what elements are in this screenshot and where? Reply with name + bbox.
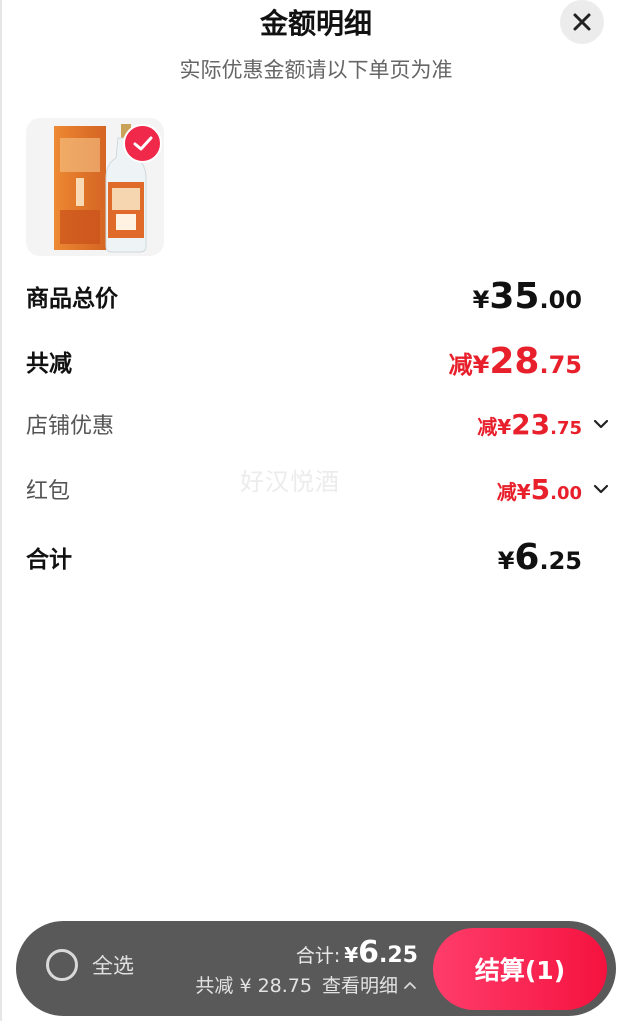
bar-total-amount: ¥ 6 .25 [344,935,418,970]
view-detail-label: 查看明细 [321,975,398,997]
shop-discount-label: 店铺优惠 [26,414,115,439]
selected-check-badge[interactable] [123,124,162,163]
grand-total-dec: .25 [539,546,582,575]
grand-total-amount: ¥ 6 .25 [498,537,582,578]
check-icon [133,136,152,150]
total-discount-label: 共减 [26,351,72,377]
grand-total-prefix: ¥ [497,546,515,575]
red-packet-dec: .00 [550,482,582,504]
chevron-down-icon[interactable] [592,415,610,433]
total-discount-prefix: 减¥ [448,350,490,379]
chevron-up-icon [404,981,416,989]
shop-discount-amount: 减¥ 23 .75 [477,408,582,441]
select-all-toggle[interactable]: 全选 [46,949,134,981]
select-all-label: 全选 [92,954,134,978]
total-price-dec: .00 [539,285,582,314]
grand-total-label: 合计 [26,547,72,573]
grand-total-int: 6 [514,536,540,578]
panel-edge [0,0,2,1021]
watermark: 好汉悦酒 [240,468,340,496]
bar-total-prefix: ¥ [344,943,359,967]
row-shop-discount[interactable]: 店铺优惠 减¥ 23 .75 [26,399,582,449]
shop-discount-prefix: 减¥ [477,414,512,439]
total-discount-dec: .75 [539,350,582,379]
total-discount-int: 28 [489,340,540,382]
bar-discount-text: 共减 ¥ 28.75 [195,975,312,997]
total-discount-amount: 减¥ 28 .75 [449,341,582,382]
bar-total: 合计: ¥ 6 .25 [296,935,418,970]
red-packet-amount: 减¥ 5 .00 [497,473,582,506]
bar-total-int: 6 [358,935,380,970]
red-packet-label: 红包 [26,479,71,504]
row-total-discount: 共减 减¥ 28 .75 [26,336,582,386]
row-total-price: 商品总价 ¥ 35 .00 [26,271,582,321]
close-button[interactable] [560,0,604,44]
total-price-amount: ¥ 35 .00 [473,276,582,317]
total-price-prefix: ¥ [472,285,490,314]
bar-total-label: 合计: [295,945,341,967]
radio-unchecked-icon[interactable] [46,949,78,981]
total-price-int: 35 [489,275,540,317]
page-subtitle: 实际优惠金额请以下单页为准 [179,58,453,82]
view-detail-link[interactable]: 查看明细 [322,971,418,998]
checkout-button[interactable]: 结算(1) [433,928,607,1010]
checkout-bar: 全选 合计: ¥ 6 .25 共减 ¥ 28.75 查看明细 结算(1) [16,921,616,1016]
shop-discount-int: 23 [511,407,551,441]
red-packet-int: 5 [530,472,551,506]
bar-discount-line: 共减 ¥ 28.75 查看明细 [195,971,418,998]
red-packet-prefix: 减¥ [496,479,531,504]
row-grand-total: 合计 ¥ 6 .25 [26,532,582,582]
shop-discount-dec: .75 [550,417,582,439]
page-title: 金额明细 [259,7,372,40]
bar-total-dec: .25 [379,943,418,968]
chevron-down-icon[interactable] [592,480,610,498]
total-price-label: 商品总价 [26,286,118,312]
close-icon [573,13,591,31]
